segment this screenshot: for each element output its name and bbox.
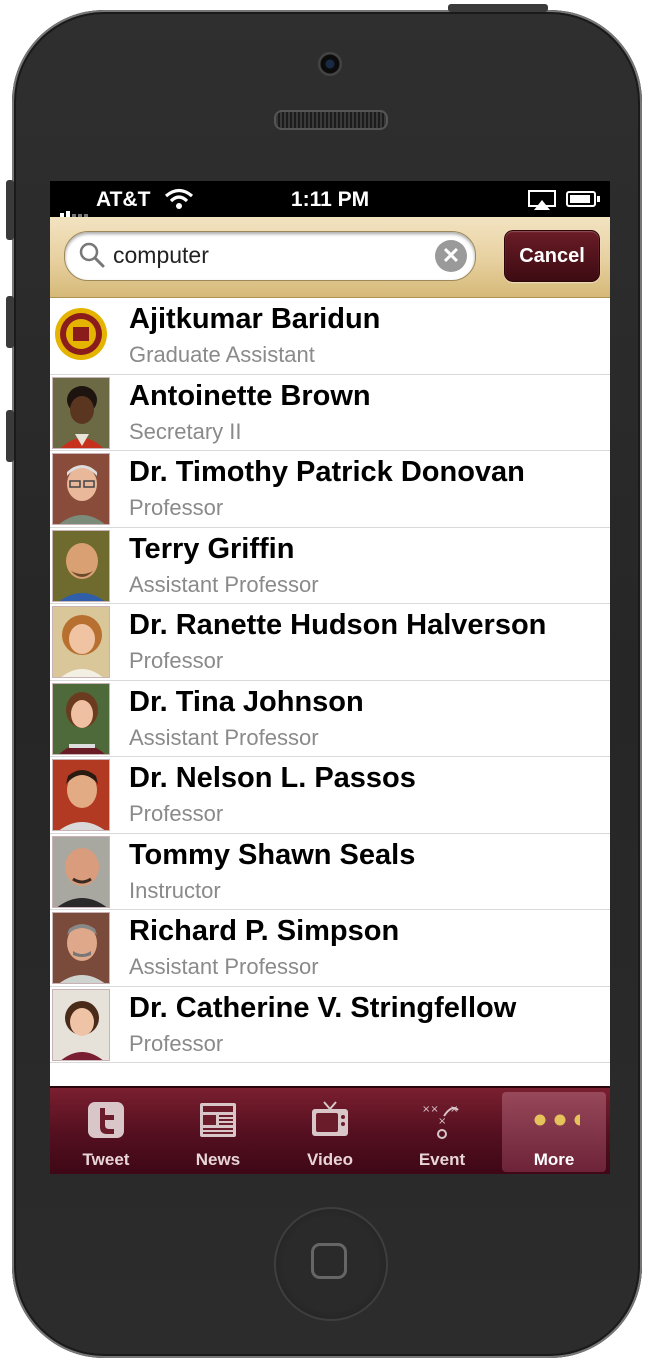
tab-news[interactable]: News bbox=[166, 1092, 270, 1172]
contact-title: Assistant Professor bbox=[129, 954, 319, 979]
list-item[interactable]: Dr. Catherine V. Stringfellow Professor bbox=[50, 987, 610, 1063]
screen: AT&T 1:11 PM computer ✕ Cancel Ajitkumar… bbox=[50, 181, 610, 1174]
avatar bbox=[52, 912, 110, 984]
contact-title: Graduate Assistant bbox=[129, 342, 315, 367]
contact-title: Professor bbox=[129, 801, 224, 826]
list-item[interactable]: Dr. Nelson L. Passos Professor bbox=[50, 757, 610, 834]
list-item[interactable]: Dr. Timothy Patrick Donovan Professor bbox=[50, 451, 610, 528]
silent-switch bbox=[6, 180, 14, 240]
front-camera bbox=[318, 52, 342, 76]
tab-label: Event bbox=[418, 1150, 466, 1169]
tab-label: More bbox=[533, 1150, 575, 1169]
twitter-icon bbox=[88, 1102, 124, 1138]
contact-name: Ajitkumar Baridun bbox=[129, 303, 381, 335]
results-list: Ajitkumar Baridun Graduate Assistant Ant… bbox=[50, 298, 610, 1063]
svg-text:××: ×× bbox=[422, 1104, 439, 1115]
avatar bbox=[52, 529, 110, 602]
search-query: computer bbox=[113, 242, 209, 268]
avatar bbox=[52, 376, 110, 449]
clear-search-icon[interactable]: ✕ bbox=[435, 240, 467, 272]
contact-name: Richard P. Simpson bbox=[129, 915, 400, 947]
avatar bbox=[52, 453, 110, 525]
contact-name: Dr. Ranette Hudson Halverson bbox=[129, 609, 547, 641]
tab-label: Tweet bbox=[82, 1150, 130, 1169]
list-item[interactable]: Antoinette Brown Secretary II bbox=[50, 375, 610, 451]
contact-title: Professor bbox=[129, 1030, 224, 1056]
contact-name: Dr. Nelson L. Passos bbox=[129, 762, 416, 794]
newspaper-icon bbox=[200, 1103, 236, 1137]
contact-name: Antoinette Brown bbox=[129, 379, 371, 412]
home-button-icon bbox=[311, 1243, 347, 1279]
contact-name: Terry Griffin bbox=[129, 532, 295, 565]
playbook-icon: ×× × × bbox=[422, 1104, 459, 1139]
volume-up-button bbox=[6, 296, 14, 348]
list-item[interactable]: Terry Griffin Assistant Professor bbox=[50, 528, 610, 604]
avatar bbox=[52, 759, 110, 831]
list-item[interactable]: Richard P. Simpson Assistant Professor bbox=[50, 910, 610, 987]
contact-title: Professor bbox=[129, 495, 224, 520]
battery-icon bbox=[566, 191, 600, 207]
volume-down-button bbox=[6, 410, 14, 462]
contact-name: Dr. Tina Johnson bbox=[129, 685, 364, 718]
tab-label: News bbox=[195, 1150, 241, 1169]
contact-title: Secretary II bbox=[129, 418, 242, 444]
avatar bbox=[52, 988, 110, 1061]
contact-title: Instructor bbox=[129, 877, 221, 903]
search-icon bbox=[79, 242, 105, 268]
search-input[interactable]: computer ✕ bbox=[64, 231, 476, 281]
tab-more[interactable]: More bbox=[502, 1092, 606, 1172]
airplay-icon bbox=[528, 190, 556, 210]
contact-title: Professor bbox=[129, 648, 224, 673]
search-bar: computer ✕ Cancel bbox=[50, 217, 610, 298]
tab-event[interactable]: ×× × × Event bbox=[390, 1092, 494, 1172]
avatar bbox=[52, 682, 110, 755]
earpiece-speaker bbox=[274, 110, 388, 130]
power-button bbox=[448, 4, 548, 12]
avatar bbox=[52, 835, 110, 908]
svg-text:×: × bbox=[438, 1116, 446, 1127]
tab-label: Video bbox=[307, 1150, 353, 1169]
list-item[interactable]: Tommy Shawn Seals Instructor bbox=[50, 834, 610, 910]
avatar bbox=[52, 606, 110, 678]
list-item[interactable]: Ajitkumar Baridun Graduate Assistant bbox=[50, 298, 610, 375]
avatar bbox=[52, 300, 110, 372]
clock: 1:11 PM bbox=[290, 188, 370, 211]
list-item[interactable]: Dr. Tina Johnson Assistant Professor bbox=[50, 681, 610, 757]
tab-bar: Tweet News Video ×× × × Event More bbox=[50, 1086, 610, 1174]
cancel-button[interactable]: Cancel bbox=[504, 230, 600, 282]
more-dots-icon bbox=[534, 1114, 580, 1126]
tab-video[interactable]: Video bbox=[278, 1092, 382, 1172]
tv-icon bbox=[312, 1101, 348, 1136]
status-bar: AT&T 1:11 PM bbox=[50, 181, 610, 217]
contact-title: Assistant Professor bbox=[129, 724, 319, 750]
contact-name: Dr. Timothy Patrick Donovan bbox=[129, 456, 525, 488]
contact-name: Tommy Shawn Seals bbox=[129, 838, 416, 871]
tab-tweet[interactable]: Tweet bbox=[54, 1092, 158, 1172]
contact-name: Dr. Catherine V. Stringfellow bbox=[129, 991, 517, 1024]
contact-title: Assistant Professor bbox=[129, 571, 319, 597]
list-item[interactable]: Dr. Ranette Hudson Halverson Professor bbox=[50, 604, 610, 681]
